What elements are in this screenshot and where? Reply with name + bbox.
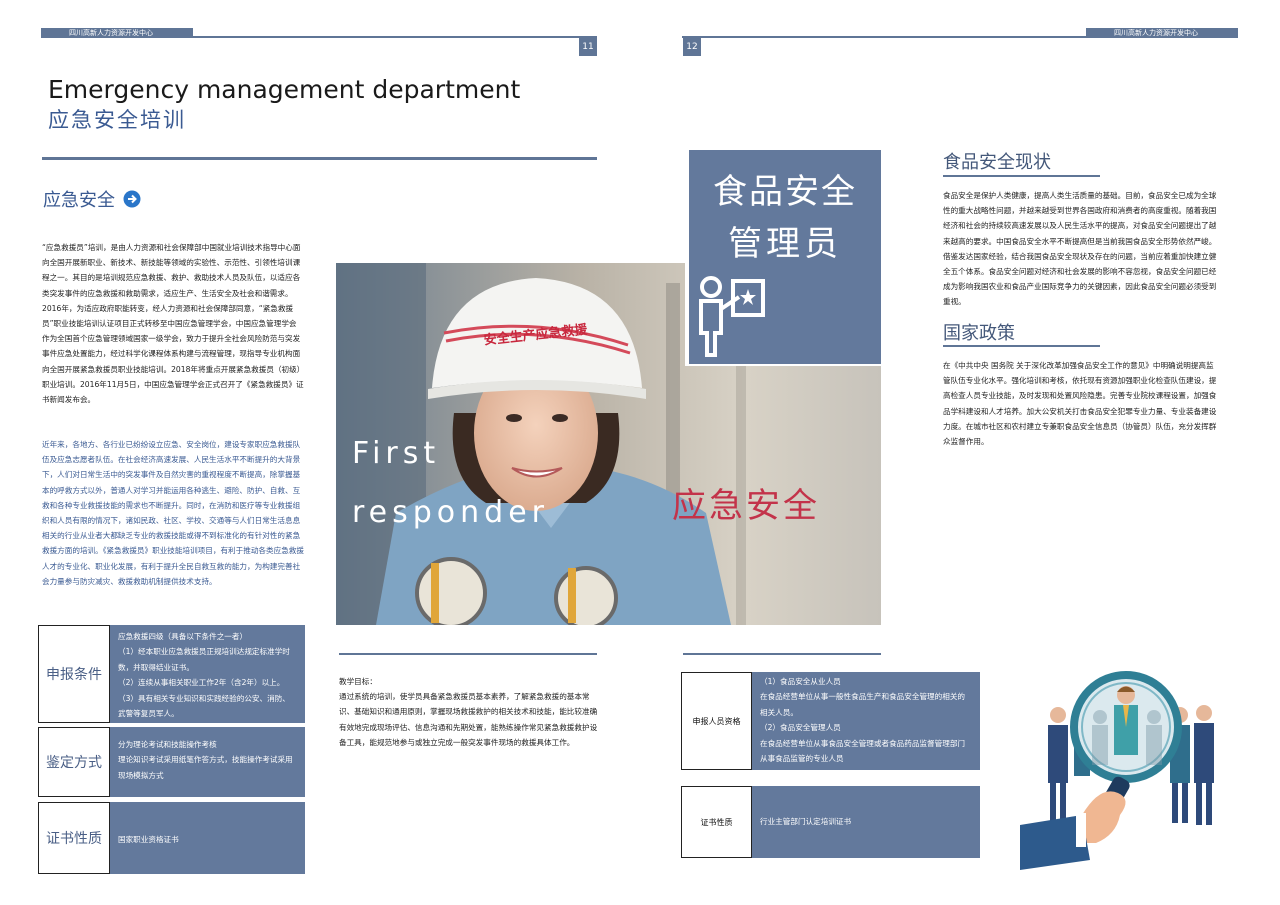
heading1-underline	[943, 175, 1100, 177]
row-label-personnel-qualification: 申报人员资格	[681, 672, 752, 770]
row-content-right-certificate: 行业主管部门认定培训证书	[752, 786, 980, 858]
national-policy-text: 在《中共中央 国务院 关于深化改革加强食品安全工作的意见》中明确说明提高监管队伍…	[943, 361, 1217, 447]
talent-search-illustration	[1020, 665, 1225, 870]
page-number-right: 12	[683, 38, 701, 56]
background-paragraph: 近年来，各地方、各行业已纷纷设立应急、安全岗位，建设专家职应急救援队伍及应急志愿…	[42, 440, 304, 586]
title-chinese: 应急安全培训	[48, 108, 186, 132]
heading-food-safety-status: 食品安全现状	[943, 152, 1051, 173]
food-safety-status-text: 食品安全是保护人类健康，提高人类生活质量的基础。目前，食品安全已成为全球性的重大…	[943, 191, 1217, 307]
heading-national-policy: 国家政策	[943, 323, 1015, 344]
header-org-tab-left: 四川高新人力资源开发中心	[41, 28, 193, 38]
title-english: Emergency management department	[48, 75, 521, 104]
food-safety-badge: 食品安全 管理员	[689, 150, 881, 364]
row-label-application: 申报条件	[38, 625, 110, 723]
intro-paragraph: “应急救援员”培训，是由人力资源和社会保障部中国就业培训技术指导中心面向全国开展…	[42, 243, 304, 405]
header-org-tab-right: 四川高新人力资源开发中心	[1086, 28, 1238, 38]
teaching-goal-rule	[339, 653, 597, 655]
row-content-personnel-qualification: （1）食品安全从业人员 在食品经营单位从事一般性食品生产和食品安全管理的相关的相…	[752, 672, 980, 770]
arrow-circle-icon	[123, 190, 141, 208]
row-content-assessment: 分为理论考试和技能操作考核 理论知识考试采用纸笔作答方式，技能操作考试采用现场模…	[110, 727, 305, 797]
hero-chinese-text: 应急安全	[672, 486, 820, 526]
badge-title-line2: 管理员	[728, 224, 842, 264]
heading2-underline	[943, 345, 1100, 347]
teaching-goal-text: 教学目标： 通过系统的培训，使学员具备紧急救援员基本素养，了解紧急救援的基本常识…	[339, 677, 598, 747]
section-heading-label: 应急安全	[43, 190, 115, 211]
badge-title-line1: 食品安全	[713, 172, 857, 212]
row-label-assessment: 鉴定方式	[38, 727, 110, 797]
row-label-right-certificate: 证书性质	[681, 786, 752, 858]
row-content-certificate: 国家职业资格证书	[110, 802, 305, 874]
row-content-application: 应急救援四级（具备以下条件之一者） （1）经本职业应急救援员正规培训达规定标准学…	[110, 625, 305, 723]
page-number-left: 11	[579, 38, 597, 56]
presenter-icon	[695, 275, 767, 357]
hero-english-line2: responder	[352, 495, 550, 530]
magnifier-people-icon	[1020, 671, 1214, 870]
hero-english-line1: First	[352, 436, 441, 471]
right-table-rule	[683, 653, 881, 655]
section-heading-safety: 应急安全	[43, 186, 141, 212]
title-rule	[42, 157, 597, 160]
row-label-certificate: 证书性质	[38, 802, 110, 874]
